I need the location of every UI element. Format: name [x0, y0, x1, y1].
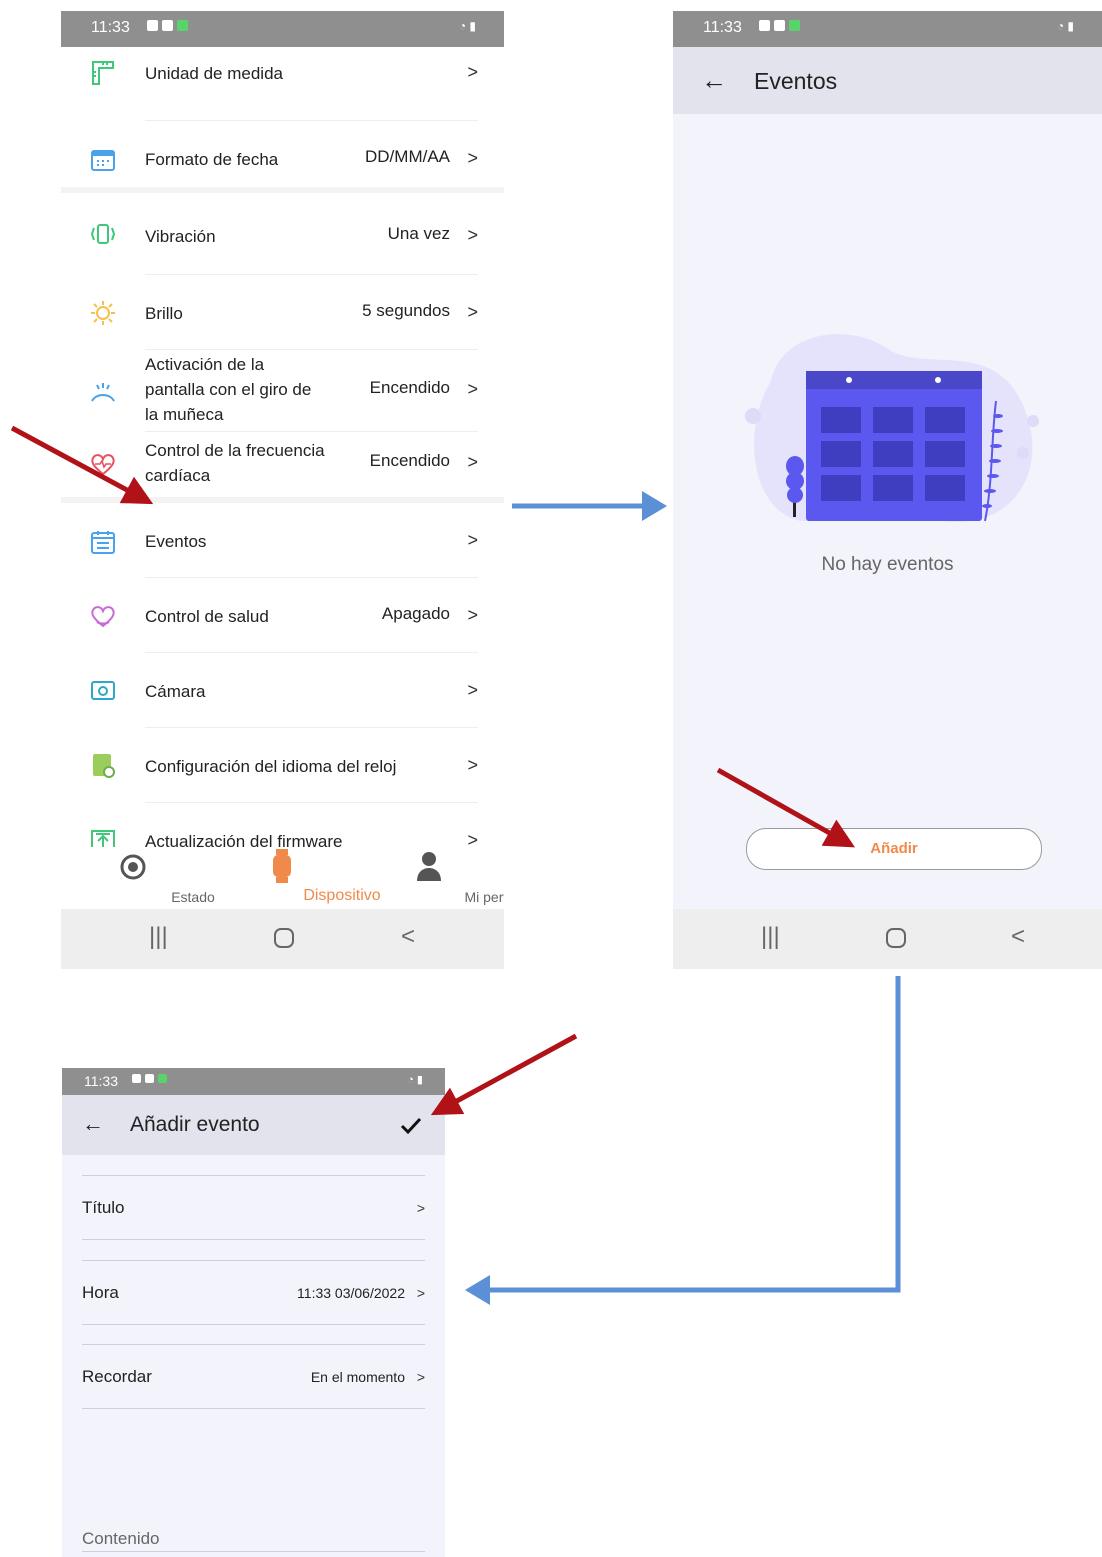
flow-arrow-down-left: [465, 976, 901, 1305]
arrow-to-eventos: [10, 425, 154, 505]
flow-arrows-overlay: [10, 425, 901, 1305]
arrow-to-add-button: [716, 767, 856, 848]
arrow-to-checkmark: [430, 1033, 578, 1116]
